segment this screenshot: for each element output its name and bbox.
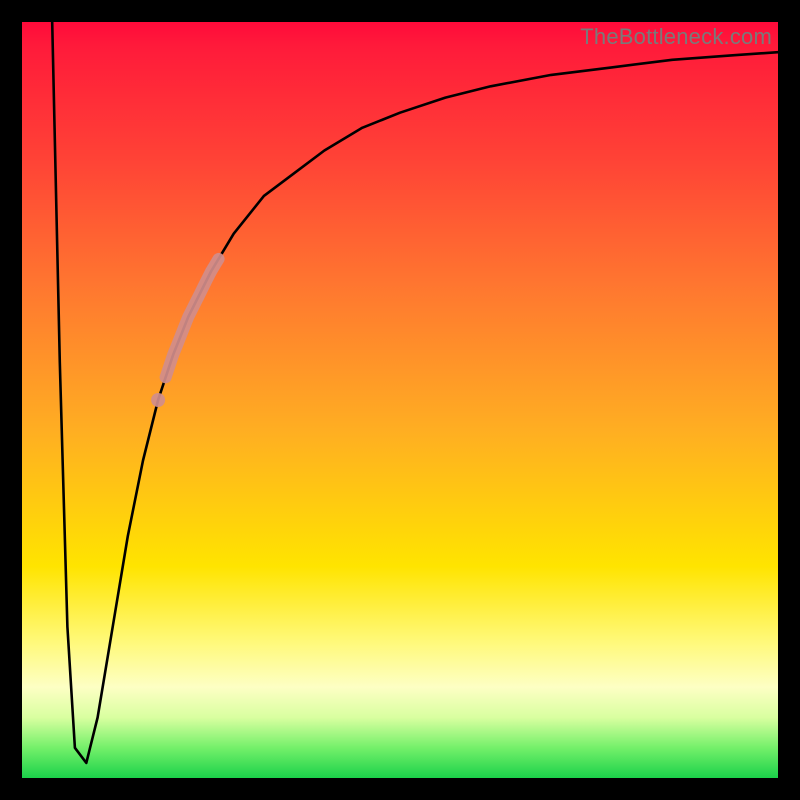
bottleneck-curve: [52, 22, 778, 763]
chart-svg: [22, 22, 778, 778]
plot-area: TheBottleneck.com: [22, 22, 778, 778]
curve-highlight-segment: [166, 259, 219, 377]
curve-highlight-dot: [151, 393, 165, 407]
chart-frame: TheBottleneck.com: [0, 0, 800, 800]
